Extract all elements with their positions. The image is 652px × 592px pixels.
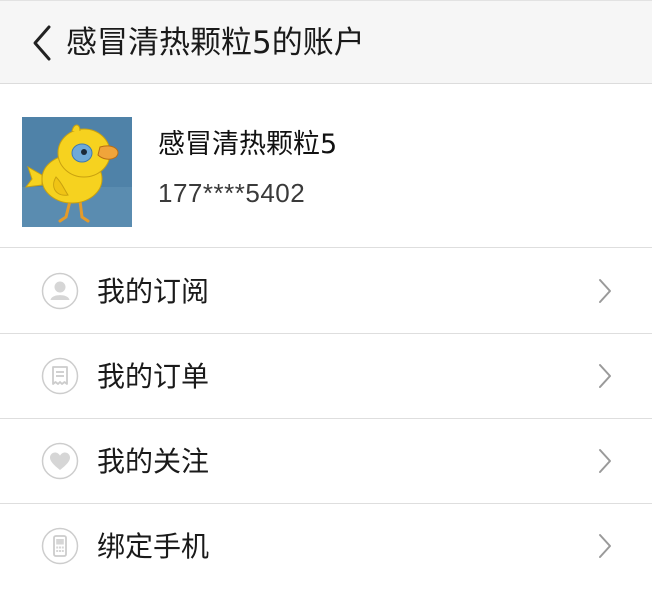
menu-item-label: 绑定手机 bbox=[97, 530, 210, 563]
profile-name: 感冒清热颗粒5 bbox=[158, 129, 338, 160]
receipt-icon bbox=[41, 357, 79, 395]
header-bar: 感冒清热颗粒5的账户 bbox=[0, 0, 652, 84]
menu-item-subscriptions[interactable]: 我的订阅 bbox=[0, 249, 652, 334]
page-title: 感冒清热颗粒5的账户 bbox=[66, 25, 365, 61]
menu-list: 我的订阅 我的订单 我的关注 绑定手机 bbox=[0, 249, 652, 589]
profile-section: 感冒清热颗粒5 177****5402 bbox=[0, 84, 652, 248]
chevron-right-icon bbox=[596, 532, 614, 560]
chevron-right-icon bbox=[596, 362, 614, 390]
user-icon bbox=[41, 272, 79, 310]
heart-icon bbox=[41, 442, 79, 480]
account-page: 感冒清热颗粒5的账户 感冒清热颗粒5 177****5402 我的订阅 我的订单… bbox=[0, 0, 652, 592]
profile-phone: 177****5402 bbox=[158, 178, 306, 208]
menu-item-label: 我的订阅 bbox=[97, 275, 210, 308]
avatar[interactable] bbox=[22, 117, 132, 227]
menu-item-label: 我的关注 bbox=[97, 445, 210, 478]
menu-item-orders[interactable]: 我的订单 bbox=[0, 334, 652, 419]
chevron-right-icon bbox=[596, 447, 614, 475]
chevron-right-icon bbox=[596, 277, 614, 305]
menu-item-bind-phone[interactable]: 绑定手机 bbox=[0, 504, 652, 589]
mobile-phone-icon bbox=[41, 527, 79, 565]
menu-item-following[interactable]: 我的关注 bbox=[0, 419, 652, 504]
chevron-left-icon bbox=[31, 24, 53, 62]
back-button[interactable] bbox=[20, 19, 64, 67]
menu-item-label: 我的订单 bbox=[97, 360, 210, 393]
